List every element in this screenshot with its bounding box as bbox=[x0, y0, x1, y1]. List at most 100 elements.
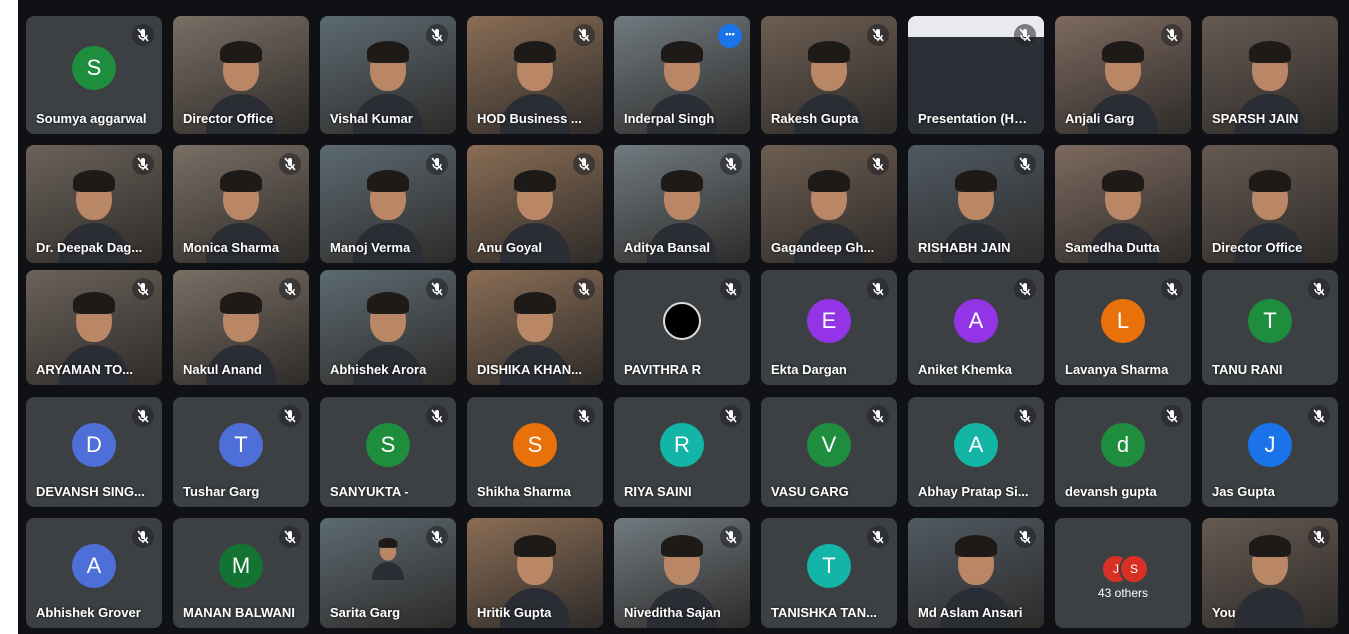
participant-tile[interactable]: Director Office bbox=[1202, 145, 1338, 263]
participant-tile[interactable]: T TANISHKA TAN... bbox=[761, 518, 897, 628]
participant-tile[interactable]: PAVITHRA R bbox=[614, 270, 750, 385]
mic-off-icon bbox=[720, 153, 742, 175]
participant-tile[interactable]: Aditya Bansal bbox=[614, 145, 750, 263]
participant-tile[interactable]: A Abhishek Grover bbox=[26, 518, 162, 628]
participant-avatar: S bbox=[366, 423, 410, 468]
participant-name: Anjali Garg bbox=[1065, 111, 1135, 126]
participant-avatar bbox=[663, 301, 701, 340]
participant-tile[interactable]: Gagandeep Gh... bbox=[761, 145, 897, 263]
mic-off-icon bbox=[1161, 278, 1183, 300]
mic-off-icon bbox=[573, 153, 595, 175]
participant-avatar: R bbox=[660, 423, 704, 468]
mic-off-icon bbox=[279, 405, 301, 427]
participant-tile[interactable]: J S 43 others bbox=[1055, 518, 1191, 628]
participant-tile[interactable]: M MANAN BALWANI bbox=[173, 518, 309, 628]
participant-tile[interactable]: S Shikha Sharma bbox=[467, 397, 603, 507]
participant-tile[interactable]: Rakesh Gupta bbox=[761, 16, 897, 134]
mic-off-icon bbox=[867, 526, 889, 548]
participant-tile[interactable]: DISHIKA KHAN... bbox=[467, 270, 603, 385]
participant-tile[interactable]: Nakul Anand bbox=[173, 270, 309, 385]
participant-grid: S Soumya aggarwal Director Office Vishal Ku… bbox=[18, 0, 1349, 634]
participant-avatar: J bbox=[1248, 423, 1292, 468]
participant-tile[interactable]: V VASU GARG bbox=[761, 397, 897, 507]
participant-avatar: A bbox=[954, 298, 998, 343]
mic-off-icon bbox=[426, 153, 448, 175]
participant-name: Abhishek Arora bbox=[330, 362, 427, 377]
participant-name: Niveditha Sajan bbox=[624, 605, 721, 620]
participant-tile[interactable]: Niveditha Sajan bbox=[614, 518, 750, 628]
meet-grid-screen: S Soumya aggarwal Director Office Vishal Ku… bbox=[18, 0, 1349, 634]
participant-tile[interactable]: HOD Business ... bbox=[467, 16, 603, 134]
participant-name: Abhishek Grover bbox=[36, 605, 141, 620]
mic-off-icon bbox=[132, 153, 154, 175]
participant-tile[interactable]: Presentation (HOD Business ... bbox=[908, 16, 1044, 134]
participant-tile[interactable]: Abhishek Arora bbox=[320, 270, 456, 385]
participant-tile[interactable]: D DEVANSH SING... bbox=[26, 397, 162, 507]
mic-off-icon bbox=[573, 405, 595, 427]
participant-tile[interactable]: Sarita Garg bbox=[320, 518, 456, 628]
mic-off-icon bbox=[867, 153, 889, 175]
participant-tile[interactable]: d devansh gupta bbox=[1055, 397, 1191, 507]
participant-name: Soumya aggarwal bbox=[36, 111, 147, 126]
mic-off-icon bbox=[1161, 24, 1183, 46]
participant-name: PAVITHRA R bbox=[624, 362, 702, 377]
participant-tile[interactable]: Md Aslam Ansari bbox=[908, 518, 1044, 628]
more-options-button[interactable]: ••• bbox=[718, 24, 742, 48]
participant-tile[interactable]: A Abhay Pratap Si... bbox=[908, 397, 1044, 507]
mic-off-icon bbox=[426, 24, 448, 46]
participant-avatar: E bbox=[807, 298, 851, 343]
participant-tile[interactable]: Hritik Gupta bbox=[467, 518, 603, 628]
participant-tile[interactable]: RISHABH JAIN bbox=[908, 145, 1044, 263]
mic-off-icon bbox=[1161, 405, 1183, 427]
mic-off-icon bbox=[867, 405, 889, 427]
mic-off-icon bbox=[720, 526, 742, 548]
participant-name: TANISHKA TAN... bbox=[771, 605, 877, 620]
profile-photo bbox=[372, 537, 404, 580]
participant-name: Samedha Dutta bbox=[1065, 240, 1160, 255]
participant-name: ARYAMAN TO... bbox=[36, 362, 134, 377]
participant-name: Director Office bbox=[1212, 240, 1303, 255]
participant-tile[interactable]: Anu Goyal bbox=[467, 145, 603, 263]
participant-avatar: T bbox=[219, 423, 263, 468]
participant-avatar: V bbox=[807, 423, 851, 468]
participant-tile[interactable]: SPARSH JAIN bbox=[1202, 16, 1338, 134]
participant-tile[interactable]: S SANYUKTA - bbox=[320, 397, 456, 507]
participant-tile[interactable]: Samedha Dutta bbox=[1055, 145, 1191, 263]
participant-avatar: S bbox=[513, 423, 557, 468]
participant-name: Manoj Verma bbox=[330, 240, 411, 255]
participant-tile[interactable]: Inderpal Singh ••• bbox=[614, 16, 750, 134]
mic-off-icon bbox=[720, 405, 742, 427]
mic-off-icon bbox=[132, 24, 154, 46]
participant-tile[interactable]: Anjali Garg bbox=[1055, 16, 1191, 134]
participant-tile[interactable]: ARYAMAN TO... bbox=[26, 270, 162, 385]
participant-tile[interactable]: J Jas Gupta bbox=[1202, 397, 1338, 507]
participant-tile[interactable]: Director Office bbox=[173, 16, 309, 134]
participant-name: Anu Goyal bbox=[477, 240, 543, 255]
mic-off-icon bbox=[720, 278, 742, 300]
participant-name: Inderpal Singh bbox=[624, 111, 715, 126]
participant-tile[interactable]: T Tushar Garg bbox=[173, 397, 309, 507]
mic-off-icon bbox=[132, 526, 154, 548]
participant-avatar: d bbox=[1101, 423, 1145, 468]
participant-tile[interactable]: A Aniket Khemka bbox=[908, 270, 1044, 385]
participant-name: You bbox=[1212, 605, 1236, 620]
mic-off-icon bbox=[426, 405, 448, 427]
participant-tile[interactable]: L Lavanya Sharma bbox=[1055, 270, 1191, 385]
participant-tile[interactable]: Monica Sharma bbox=[173, 145, 309, 263]
participant-name: Vishal Kumar bbox=[330, 111, 413, 126]
participant-name: Lavanya Sharma bbox=[1065, 362, 1169, 377]
participant-tile[interactable]: S Soumya aggarwal bbox=[26, 16, 162, 134]
participant-avatar: L bbox=[1101, 298, 1145, 343]
mic-off-icon bbox=[867, 24, 889, 46]
participant-tile[interactable]: T TANU RANI bbox=[1202, 270, 1338, 385]
mic-off-icon bbox=[1308, 278, 1330, 300]
participant-tile[interactable]: R RIYA SAINI bbox=[614, 397, 750, 507]
participant-tile[interactable]: Dr. Deepak Dag... bbox=[26, 145, 162, 263]
participant-name: Hritik Gupta bbox=[477, 605, 552, 620]
participant-name: devansh gupta bbox=[1065, 484, 1157, 499]
participant-tile[interactable]: You bbox=[1202, 518, 1338, 628]
participant-tile[interactable]: Manoj Verma bbox=[320, 145, 456, 263]
participant-tile[interactable]: Vishal Kumar bbox=[320, 16, 456, 134]
participant-avatar: T bbox=[1248, 298, 1292, 343]
participant-tile[interactable]: E Ekta Dargan bbox=[761, 270, 897, 385]
